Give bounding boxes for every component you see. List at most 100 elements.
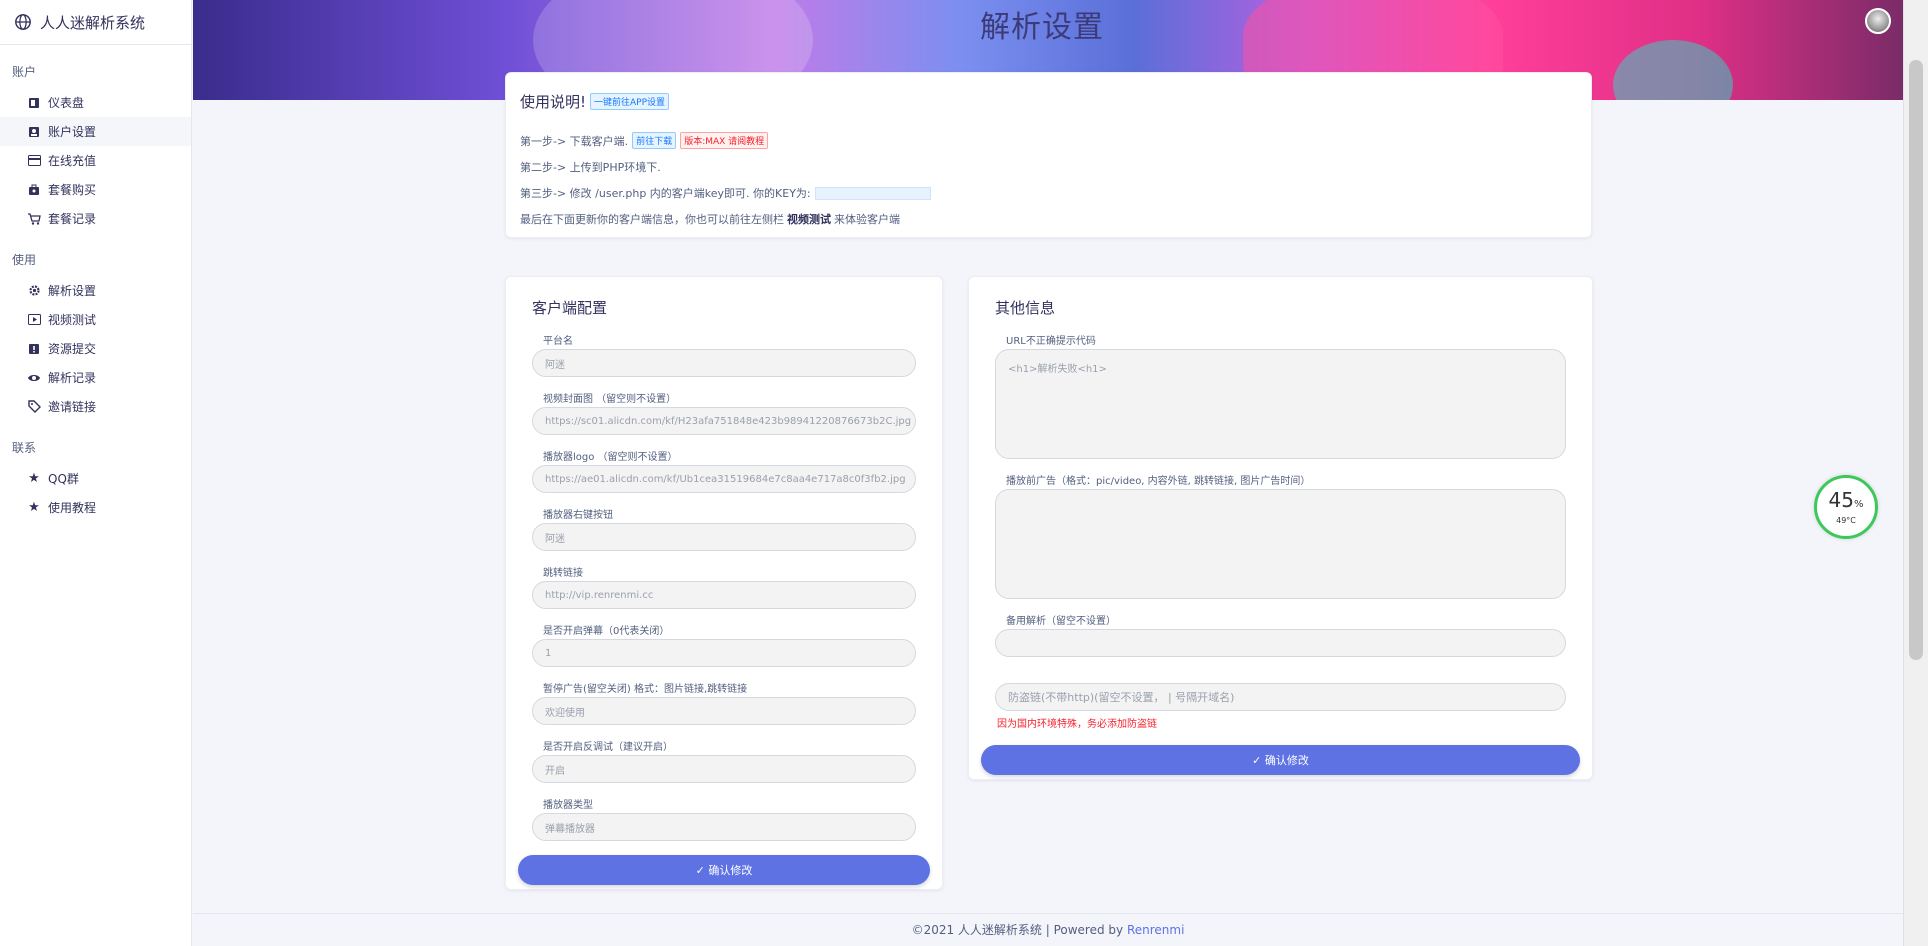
client-config-title: 客户端配置 [532, 299, 608, 317]
pre-ad-textarea[interactable] [995, 489, 1566, 599]
eye-icon [26, 371, 42, 385]
video-cover-input[interactable]: https://sc01.alicdn.com/kf/H23afa751848e… [532, 407, 916, 435]
brand[interactable]: 人人迷解析系统 [0, 0, 191, 45]
footer-link[interactable]: Renrenmi [1127, 923, 1184, 937]
anti-debug-select[interactable]: 开启 [532, 755, 916, 783]
avatar[interactable] [1865, 8, 1891, 34]
bag-icon [26, 183, 42, 197]
danmaku-input[interactable]: 1 [532, 639, 916, 667]
cpu-gauge-widget[interactable]: 45% 49°C [1814, 475, 1878, 539]
field-label: 播放前广告（格式：pic/video, 内容外链, 跳转链接, 图片广告时间） [1006, 476, 1311, 487]
step-1: 第一步-> 下载客户端. 前往下载 版本:MAX 请阅教程 [520, 132, 1577, 149]
sidebar-item-label: QQ群 [48, 472, 79, 486]
scrollbar-thumb[interactable] [1909, 60, 1923, 660]
field-label: 是否开启弹幕（0代表关闭） [543, 626, 670, 637]
video-icon [26, 313, 42, 327]
version-badge[interactable]: 版本:MAX 请阅教程 [680, 132, 769, 149]
field-player-type: 播放器类型 弹幕播放器 [532, 796, 916, 841]
video-test-link[interactable]: 视频测试 [787, 211, 831, 227]
field-label: 暂停广告(留空关闭) 格式：图片链接,跳转链接 [543, 684, 748, 695]
right-click-button-input[interactable]: 阿迷 [532, 523, 916, 551]
sidebar-item-label: 在线充值 [48, 154, 97, 168]
step-2-text: 第二步-> 上传到PHP环境下. [520, 161, 661, 174]
page-scrollbar[interactable] [1903, 0, 1928, 946]
star-icon: ★ [28, 471, 40, 486]
field-label: 是否开启反调试（建议开启） [543, 742, 673, 753]
anti-leech-input[interactable]: 防盗链(不带http)(留空不设置， | 号隔开域名) [995, 683, 1566, 711]
app-settings-link[interactable]: 一键前往APP设置 [590, 93, 670, 110]
sidebar-item-label: 解析记录 [48, 371, 97, 385]
field-label: 播放器类型 [543, 800, 593, 811]
sidebar-item-tutorial[interactable]: ★ 使用教程 [0, 493, 191, 522]
sidebar-item-video-test[interactable]: 视频测试 [0, 305, 191, 334]
sidebar-item-label: 邀请链接 [48, 400, 97, 414]
confirm-other-button[interactable]: ✓ 确认修改 [981, 745, 1580, 775]
field-pause-ad: 暂停广告(留空关闭) 格式：图片链接,跳转链接 欢迎使用 [532, 680, 916, 725]
footer: ©2021 人人迷解析系统 | Powered by Renrenmi [193, 913, 1903, 946]
brand-title: 人人迷解析系统 [40, 13, 146, 32]
field-pre-ad: 播放前广告（格式：pic/video, 内容外链, 跳转链接, 图片广告时间） [995, 472, 1566, 599]
url-error-textarea[interactable]: <h1>解析失败<h1> [995, 349, 1566, 459]
step-3: 第三步-> 修改 /user.php 内的客户端key即可. 你的KEY为: [520, 185, 1577, 201]
sidebar-item-parse-records[interactable]: 解析记录 [0, 363, 191, 392]
sidebar-item-label: 仪表盘 [48, 96, 85, 110]
sidebar-item-parse-settings[interactable]: 解析设置 [0, 276, 191, 305]
platform-name-input[interactable]: 阿迷 [532, 349, 916, 377]
sidebar-item-dashboard[interactable]: 仪表盘 [0, 88, 191, 117]
instructions-title: 使用说明! 一键前往APP设置 [520, 91, 1577, 112]
alert-icon [26, 342, 42, 356]
step-4: 最后在下面更新你的客户端信息，你也可以前往左侧栏 视频测试 来体验客户端 [520, 211, 1577, 227]
other-info-title: 其他信息 [995, 299, 1056, 317]
confirm-config-button[interactable]: ✓ 确认修改 [518, 855, 930, 885]
sidebar-item-label: 资源提交 [48, 342, 97, 356]
nav-heading-usage: 使用 [12, 253, 37, 267]
field-url-error: URL不正确提示代码 <h1>解析失败<h1> [995, 332, 1566, 459]
cart-icon [26, 212, 42, 226]
sidebar-item-label: 套餐购买 [48, 183, 97, 197]
backup-parse-input[interactable] [995, 629, 1566, 657]
redirect-link-input[interactable]: http://vip.renrenmi.cc [532, 581, 916, 609]
sidebar-item-recharge[interactable]: 在线充值 [0, 146, 191, 175]
sidebar-item-resource-submit[interactable]: 资源提交 [0, 334, 191, 363]
field-label: 平台名 [543, 336, 573, 347]
star-icon: ★ [28, 500, 40, 515]
field-video-cover: 视频封面图 （留空则不设置） https://sc01.alicdn.com/k… [532, 390, 916, 435]
client-config-card: 客户端配置 平台名 阿迷 视频封面图 （留空则不设置） https://sc01… [505, 276, 943, 890]
field-player-logo: 播放器logo （留空则不设置） https://ae01.alicdn.com… [532, 448, 916, 493]
sidebar: 人人迷解析系统 账户 仪表盘 账户设置 在线充值 套餐购买 套餐记录 使用 解析… [0, 0, 192, 946]
sidebar-item-account-settings[interactable]: 账户设置 [0, 117, 191, 146]
sidebar-item-label: 使用教程 [48, 501, 97, 515]
instructions-title-text: 使用说明! [520, 93, 587, 111]
download-link[interactable]: 前往下载 [632, 132, 677, 149]
player-logo-input[interactable]: https://ae01.alicdn.com/kf/Ub1cea3151968… [532, 465, 916, 493]
key-value [814, 186, 931, 200]
anti-leech-warning: 因为国内环境特殊，务必添加防盗链 [997, 719, 1157, 730]
field-backup-parse: 备用解析（留空不设置） [995, 612, 1566, 657]
sidebar-item-label: 套餐记录 [48, 212, 97, 226]
field-anti-leech: 防盗链(不带http)(留空不设置， | 号隔开域名) 因为国内环境特殊，务必添… [995, 683, 1566, 730]
sidebar-item-label: 解析设置 [48, 284, 97, 298]
field-label: 视频封面图 （留空则不设置） [543, 394, 677, 405]
field-anti-debug: 是否开启反调试（建议开启） 开启 [532, 738, 916, 783]
field-danmaku: 是否开启弹幕（0代表关闭） 1 [532, 622, 916, 667]
gauge-percent-value: 45 [1828, 488, 1854, 512]
pause-ad-input[interactable]: 欢迎使用 [532, 697, 916, 725]
sidebar-item-package-buy[interactable]: 套餐购买 [0, 175, 191, 204]
field-label: URL不正确提示代码 [1006, 336, 1096, 347]
gauge-temperature: 49°C [1836, 516, 1856, 525]
nav-heading-contact: 联系 [12, 441, 37, 455]
field-label: 播放器右键按钮 [543, 510, 613, 521]
field-right-click-button: 播放器右键按钮 阿迷 [532, 506, 916, 551]
nav-heading-account: 账户 [12, 65, 37, 79]
hero-decoration [1613, 40, 1733, 100]
footer-text: ©2021 人人迷解析系统 | Powered by [911, 923, 1127, 937]
sidebar-item-label: 账户设置 [48, 125, 97, 139]
tag-icon [26, 400, 42, 414]
sidebar-item-invite-link[interactable]: 邀请链接 [0, 392, 191, 421]
sidebar-item-package-records[interactable]: 套餐记录 [0, 204, 191, 233]
sidebar-item-qq-group[interactable]: ★ QQ群 [0, 464, 191, 493]
gauge-percent: 45% [1829, 489, 1864, 516]
field-redirect-link: 跳转链接 http://vip.renrenmi.cc [532, 564, 916, 609]
player-type-select[interactable]: 弹幕播放器 [532, 813, 916, 841]
gear-icon [26, 284, 42, 298]
